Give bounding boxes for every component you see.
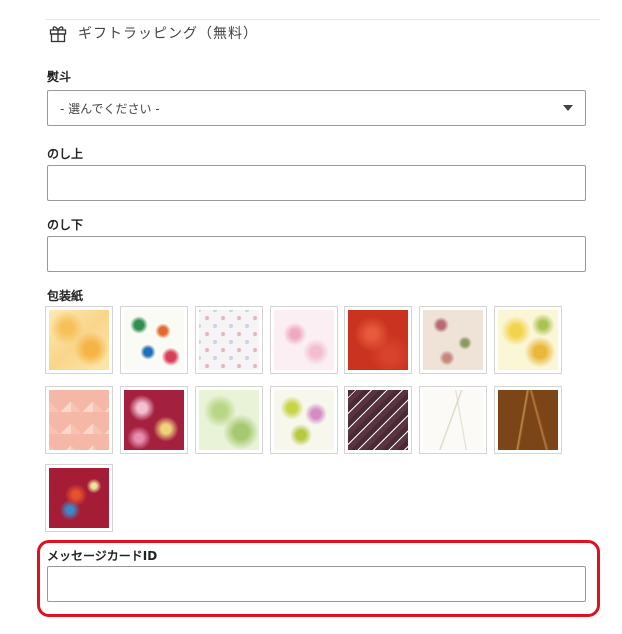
divider [46, 19, 600, 20]
gift-wrapping-header: ギフトラッピング（無料） [48, 22, 258, 44]
wrapping-pattern [49, 310, 109, 370]
noshi-upper-input[interactable] [47, 165, 586, 201]
wrapping-swatch-1[interactable] [45, 306, 113, 374]
section-title: ギフトラッピング（無料） [78, 26, 258, 42]
noshi-select[interactable]: - 選んでください - [47, 90, 586, 126]
wrapping-swatch-10[interactable] [195, 386, 263, 454]
wrapping-pattern [49, 468, 109, 528]
wrapping-swatch-4[interactable] [270, 306, 338, 374]
noshi-label: 熨斗 [47, 70, 72, 84]
gift-icon [49, 26, 67, 43]
message-card-id-input[interactable] [47, 566, 586, 602]
wrapping-pattern [423, 390, 483, 450]
wrapping-swatch-2[interactable] [120, 306, 188, 374]
wrapping-pattern [348, 390, 408, 450]
wrapping-pattern [498, 390, 558, 450]
wrapping-swatch-14[interactable] [494, 386, 562, 454]
noshi-lower-label: のし下 [47, 218, 84, 232]
wrapping-pattern [199, 390, 259, 450]
wrapping-pattern [498, 310, 558, 370]
wrapping-pattern [423, 310, 483, 370]
wrapping-paper-label: 包装紙 [47, 289, 84, 303]
chevron-down-icon [563, 105, 573, 111]
wrapping-swatch-8[interactable] [45, 386, 113, 454]
wrapping-pattern [124, 310, 184, 370]
wrapping-pattern [274, 390, 334, 450]
wrapping-swatch-11[interactable] [270, 386, 338, 454]
wrapping-pattern [199, 310, 259, 370]
noshi-lower-input[interactable] [47, 236, 586, 272]
wrapping-swatch-3[interactable] [195, 306, 263, 374]
wrapping-swatch-7[interactable] [494, 306, 562, 374]
wrapping-swatch-12[interactable] [344, 386, 412, 454]
wrapping-swatch-9[interactable] [120, 386, 188, 454]
noshi-upper-label: のし上 [47, 147, 84, 161]
message-card-label: メッセージカードID [47, 549, 158, 563]
wrapping-pattern [274, 310, 334, 370]
noshi-select-value: - 選んでください - [60, 101, 160, 116]
wrapping-swatch-6[interactable] [419, 306, 487, 374]
wrapping-pattern [49, 390, 109, 450]
wrapping-pattern [348, 310, 408, 370]
wrapping-swatch-15[interactable] [45, 464, 113, 532]
wrapping-swatch-13[interactable] [419, 386, 487, 454]
wrapping-swatch-5[interactable] [344, 306, 412, 374]
wrapping-pattern [124, 390, 184, 450]
